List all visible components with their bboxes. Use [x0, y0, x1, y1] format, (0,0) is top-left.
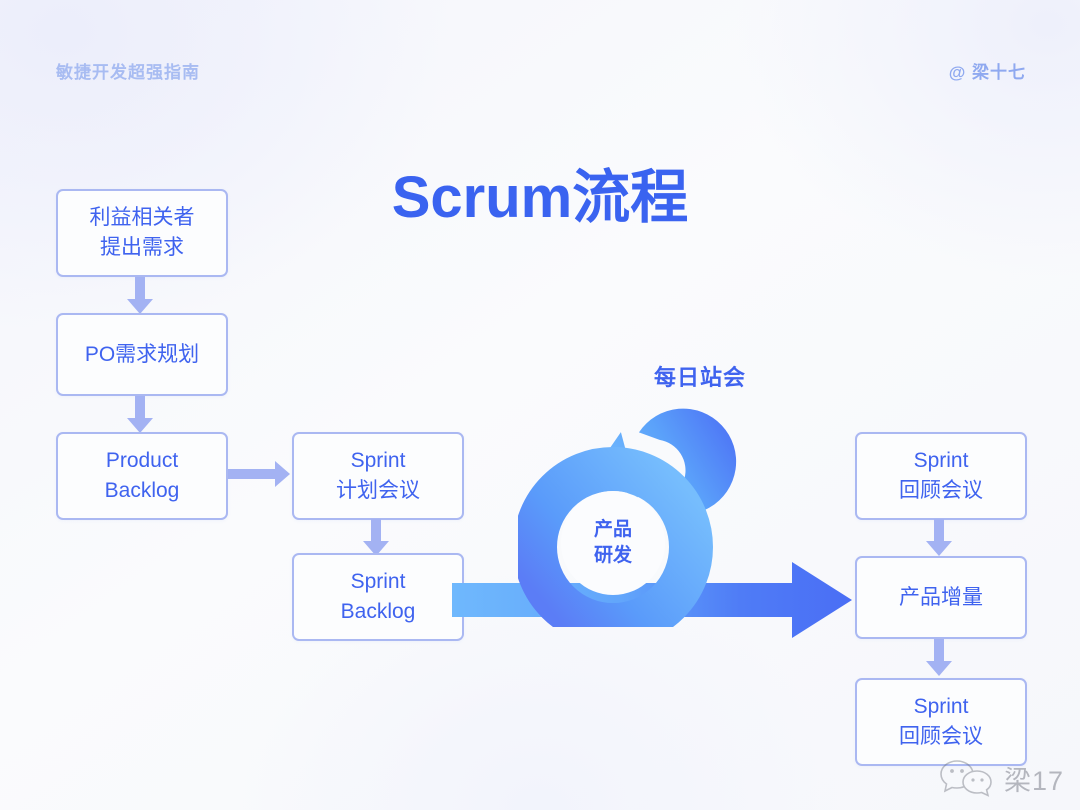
node-sprint-backlog-line-2: Backlog: [340, 600, 416, 623]
node-sprint-retro: Sprint 回顾会议: [855, 678, 1027, 766]
product-development-core-line-1: 产品: [593, 519, 632, 541]
node-sprint-retro-line-2: 回顾会议: [899, 725, 983, 748]
arrow-po-to-product-backlog: [127, 396, 153, 433]
arrow-sprint-review-to-product-increment: [926, 519, 952, 556]
node-po-planning: PO需求规划: [56, 313, 228, 396]
node-sprint-planning: Sprint 计划会议: [292, 432, 464, 520]
node-sprint-review-line-2: 回顾会议: [899, 479, 983, 502]
node-product-backlog-line-2: Backlog: [104, 479, 180, 502]
product-development-core: 产品 研发: [561, 491, 665, 595]
guide-label: 敏捷开发超强指南: [56, 63, 200, 82]
node-sprint-review: Sprint 回顾会议: [855, 432, 1027, 520]
node-sprint-planning-line-1: Sprint: [350, 449, 406, 473]
node-product-increment-line-1: 产品增量: [899, 585, 983, 609]
node-po-planning-line-1: PO需求规划: [84, 342, 200, 366]
node-sprint-planning-line-2: 计划会议: [336, 479, 420, 502]
node-sprint-backlog: Sprint Backlog: [292, 553, 464, 641]
arrow-product-increment-to-sprint-retro: [926, 639, 952, 676]
wechat-bubbles-icon: [940, 760, 992, 797]
node-product-backlog-line-1: Product: [105, 449, 179, 473]
node-sprint-retro-line-1: Sprint: [913, 695, 969, 719]
scrum-flow-diagram: 敏捷开发超强指南 @ 梁十七 Scrum流程 利益相关者 提出需求 PO需求规划…: [0, 0, 1080, 810]
author-handle: @ 梁十七: [948, 63, 1026, 82]
product-development-core-line-2: 研发: [593, 545, 632, 566]
daily-standup-label: 每日站会: [653, 365, 746, 390]
node-stakeholder-line-1: 利益相关者: [89, 206, 195, 230]
node-product-increment: 产品增量: [855, 556, 1027, 639]
node-stakeholder: 利益相关者 提出需求: [56, 189, 228, 277]
arrow-product-backlog-to-sprint-planning: [228, 461, 290, 487]
watermark-text: 梁17: [1003, 765, 1064, 796]
node-stakeholder-line-2: 提出需求: [100, 236, 184, 259]
arrow-stakeholder-to-po: [127, 277, 153, 314]
watermark: 梁17: [939, 758, 1064, 798]
node-sprint-backlog-line-1: Sprint: [350, 570, 406, 594]
node-sprint-review-line-1: Sprint: [913, 449, 969, 473]
arrow-sprint-planning-to-sprint-backlog: [363, 519, 389, 556]
node-product-backlog: Product Backlog: [56, 432, 228, 520]
